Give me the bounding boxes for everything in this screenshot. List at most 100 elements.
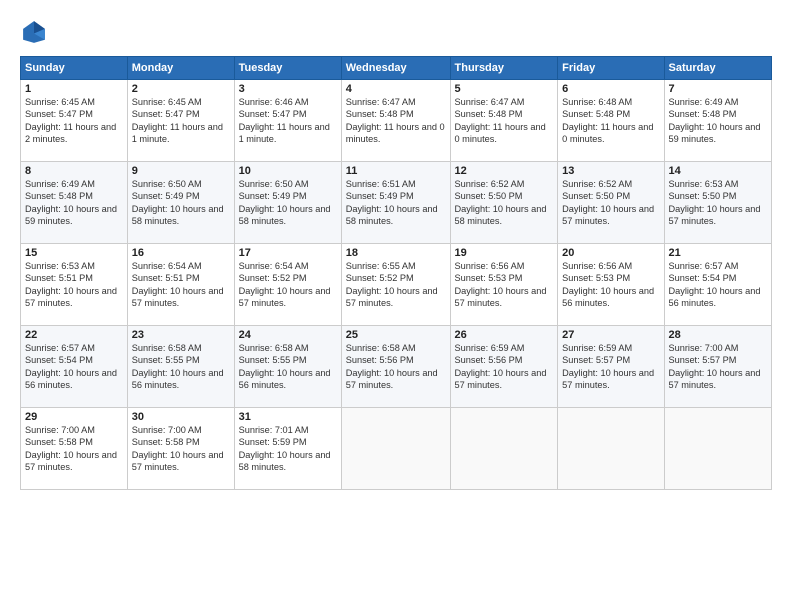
calendar-cell: 10 Sunrise: 6:50 AMSunset: 5:49 PMDaylig… — [234, 162, 341, 244]
day-number: 25 — [346, 329, 446, 341]
calendar-cell: 1 Sunrise: 6:45 AMSunset: 5:47 PMDayligh… — [21, 80, 128, 162]
day-info: Sunrise: 6:59 AMSunset: 5:56 PMDaylight:… — [455, 343, 547, 390]
calendar-cell: 31 Sunrise: 7:01 AMSunset: 5:59 PMDaylig… — [234, 408, 341, 490]
day-number: 16 — [132, 247, 230, 259]
day-info: Sunrise: 6:46 AMSunset: 5:47 PMDaylight:… — [239, 97, 330, 144]
weekday-header-thursday: Thursday — [450, 57, 558, 80]
calendar-week-4: 22 Sunrise: 6:57 AMSunset: 5:54 PMDaylig… — [21, 326, 772, 408]
day-info: Sunrise: 6:48 AMSunset: 5:48 PMDaylight:… — [562, 97, 653, 144]
day-number: 19 — [455, 247, 554, 259]
calendar-cell: 2 Sunrise: 6:45 AMSunset: 5:47 PMDayligh… — [127, 80, 234, 162]
calendar-cell: 22 Sunrise: 6:57 AMSunset: 5:54 PMDaylig… — [21, 326, 128, 408]
day-info: Sunrise: 6:52 AMSunset: 5:50 PMDaylight:… — [455, 179, 547, 226]
day-info: Sunrise: 6:58 AMSunset: 5:55 PMDaylight:… — [239, 343, 331, 390]
calendar-cell: 15 Sunrise: 6:53 AMSunset: 5:51 PMDaylig… — [21, 244, 128, 326]
calendar-cell: 26 Sunrise: 6:59 AMSunset: 5:56 PMDaylig… — [450, 326, 558, 408]
day-info: Sunrise: 6:45 AMSunset: 5:47 PMDaylight:… — [25, 97, 116, 144]
day-info: Sunrise: 7:00 AMSunset: 5:58 PMDaylight:… — [132, 425, 224, 472]
day-number: 15 — [25, 247, 123, 259]
calendar-cell: 19 Sunrise: 6:56 AMSunset: 5:53 PMDaylig… — [450, 244, 558, 326]
day-info: Sunrise: 7:00 AMSunset: 5:58 PMDaylight:… — [25, 425, 117, 472]
day-number: 11 — [346, 165, 446, 177]
weekday-header-sunday: Sunday — [21, 57, 128, 80]
calendar-table: SundayMondayTuesdayWednesdayThursdayFrid… — [20, 56, 772, 490]
day-number: 8 — [25, 165, 123, 177]
day-info: Sunrise: 6:56 AMSunset: 5:53 PMDaylight:… — [562, 261, 654, 308]
day-info: Sunrise: 6:53 AMSunset: 5:51 PMDaylight:… — [25, 261, 117, 308]
calendar-cell: 24 Sunrise: 6:58 AMSunset: 5:55 PMDaylig… — [234, 326, 341, 408]
calendar-cell: 5 Sunrise: 6:47 AMSunset: 5:48 PMDayligh… — [450, 80, 558, 162]
day-info: Sunrise: 6:53 AMSunset: 5:50 PMDaylight:… — [669, 179, 761, 226]
day-number: 26 — [455, 329, 554, 341]
day-number: 10 — [239, 165, 337, 177]
calendar-cell — [558, 408, 664, 490]
calendar-cell: 17 Sunrise: 6:54 AMSunset: 5:52 PMDaylig… — [234, 244, 341, 326]
weekday-header-saturday: Saturday — [664, 57, 772, 80]
day-number: 9 — [132, 165, 230, 177]
calendar-week-3: 15 Sunrise: 6:53 AMSunset: 5:51 PMDaylig… — [21, 244, 772, 326]
day-number: 31 — [239, 411, 337, 423]
day-info: Sunrise: 6:55 AMSunset: 5:52 PMDaylight:… — [346, 261, 438, 308]
day-number: 20 — [562, 247, 659, 259]
logo — [20, 18, 54, 46]
calendar-cell: 28 Sunrise: 7:00 AMSunset: 5:57 PMDaylig… — [664, 326, 772, 408]
day-number: 29 — [25, 411, 123, 423]
calendar-week-2: 8 Sunrise: 6:49 AMSunset: 5:48 PMDayligh… — [21, 162, 772, 244]
calendar-cell: 7 Sunrise: 6:49 AMSunset: 5:48 PMDayligh… — [664, 80, 772, 162]
day-number: 27 — [562, 329, 659, 341]
calendar-cell: 9 Sunrise: 6:50 AMSunset: 5:49 PMDayligh… — [127, 162, 234, 244]
day-info: Sunrise: 6:51 AMSunset: 5:49 PMDaylight:… — [346, 179, 438, 226]
day-info: Sunrise: 7:01 AMSunset: 5:59 PMDaylight:… — [239, 425, 331, 472]
calendar-cell: 20 Sunrise: 6:56 AMSunset: 5:53 PMDaylig… — [558, 244, 664, 326]
weekday-header-tuesday: Tuesday — [234, 57, 341, 80]
day-info: Sunrise: 7:00 AMSunset: 5:57 PMDaylight:… — [669, 343, 761, 390]
day-info: Sunrise: 6:59 AMSunset: 5:57 PMDaylight:… — [562, 343, 654, 390]
calendar-cell: 23 Sunrise: 6:58 AMSunset: 5:55 PMDaylig… — [127, 326, 234, 408]
calendar-cell: 6 Sunrise: 6:48 AMSunset: 5:48 PMDayligh… — [558, 80, 664, 162]
day-number: 4 — [346, 83, 446, 95]
logo-icon — [20, 18, 48, 46]
calendar-cell: 25 Sunrise: 6:58 AMSunset: 5:56 PMDaylig… — [341, 326, 450, 408]
day-number: 6 — [562, 83, 659, 95]
calendar-cell: 4 Sunrise: 6:47 AMSunset: 5:48 PMDayligh… — [341, 80, 450, 162]
weekday-header-wednesday: Wednesday — [341, 57, 450, 80]
day-number: 24 — [239, 329, 337, 341]
calendar-week-1: 1 Sunrise: 6:45 AMSunset: 5:47 PMDayligh… — [21, 80, 772, 162]
day-info: Sunrise: 6:52 AMSunset: 5:50 PMDaylight:… — [562, 179, 654, 226]
header — [20, 18, 772, 46]
day-info: Sunrise: 6:49 AMSunset: 5:48 PMDaylight:… — [25, 179, 117, 226]
day-number: 3 — [239, 83, 337, 95]
day-info: Sunrise: 6:50 AMSunset: 5:49 PMDaylight:… — [239, 179, 331, 226]
calendar-cell — [341, 408, 450, 490]
calendar-cell: 16 Sunrise: 6:54 AMSunset: 5:51 PMDaylig… — [127, 244, 234, 326]
calendar-cell: 21 Sunrise: 6:57 AMSunset: 5:54 PMDaylig… — [664, 244, 772, 326]
day-info: Sunrise: 6:45 AMSunset: 5:47 PMDaylight:… — [132, 97, 223, 144]
day-info: Sunrise: 6:50 AMSunset: 5:49 PMDaylight:… — [132, 179, 224, 226]
day-info: Sunrise: 6:57 AMSunset: 5:54 PMDaylight:… — [25, 343, 117, 390]
calendar-cell: 11 Sunrise: 6:51 AMSunset: 5:49 PMDaylig… — [341, 162, 450, 244]
day-info: Sunrise: 6:47 AMSunset: 5:48 PMDaylight:… — [346, 97, 445, 144]
day-number: 17 — [239, 247, 337, 259]
weekday-header-friday: Friday — [558, 57, 664, 80]
day-info: Sunrise: 6:49 AMSunset: 5:48 PMDaylight:… — [669, 97, 761, 144]
day-info: Sunrise: 6:54 AMSunset: 5:52 PMDaylight:… — [239, 261, 331, 308]
day-info: Sunrise: 6:56 AMSunset: 5:53 PMDaylight:… — [455, 261, 547, 308]
day-number: 5 — [455, 83, 554, 95]
calendar-header-row: SundayMondayTuesdayWednesdayThursdayFrid… — [21, 57, 772, 80]
calendar-cell: 14 Sunrise: 6:53 AMSunset: 5:50 PMDaylig… — [664, 162, 772, 244]
day-number: 1 — [25, 83, 123, 95]
day-number: 28 — [669, 329, 768, 341]
day-number: 2 — [132, 83, 230, 95]
day-number: 21 — [669, 247, 768, 259]
calendar-cell — [450, 408, 558, 490]
calendar-cell: 30 Sunrise: 7:00 AMSunset: 5:58 PMDaylig… — [127, 408, 234, 490]
calendar-cell: 3 Sunrise: 6:46 AMSunset: 5:47 PMDayligh… — [234, 80, 341, 162]
calendar-cell: 12 Sunrise: 6:52 AMSunset: 5:50 PMDaylig… — [450, 162, 558, 244]
day-number: 7 — [669, 83, 768, 95]
calendar-cell: 8 Sunrise: 6:49 AMSunset: 5:48 PMDayligh… — [21, 162, 128, 244]
calendar-cell: 18 Sunrise: 6:55 AMSunset: 5:52 PMDaylig… — [341, 244, 450, 326]
calendar-cell: 13 Sunrise: 6:52 AMSunset: 5:50 PMDaylig… — [558, 162, 664, 244]
calendar-cell — [664, 408, 772, 490]
day-info: Sunrise: 6:57 AMSunset: 5:54 PMDaylight:… — [669, 261, 761, 308]
day-number: 14 — [669, 165, 768, 177]
